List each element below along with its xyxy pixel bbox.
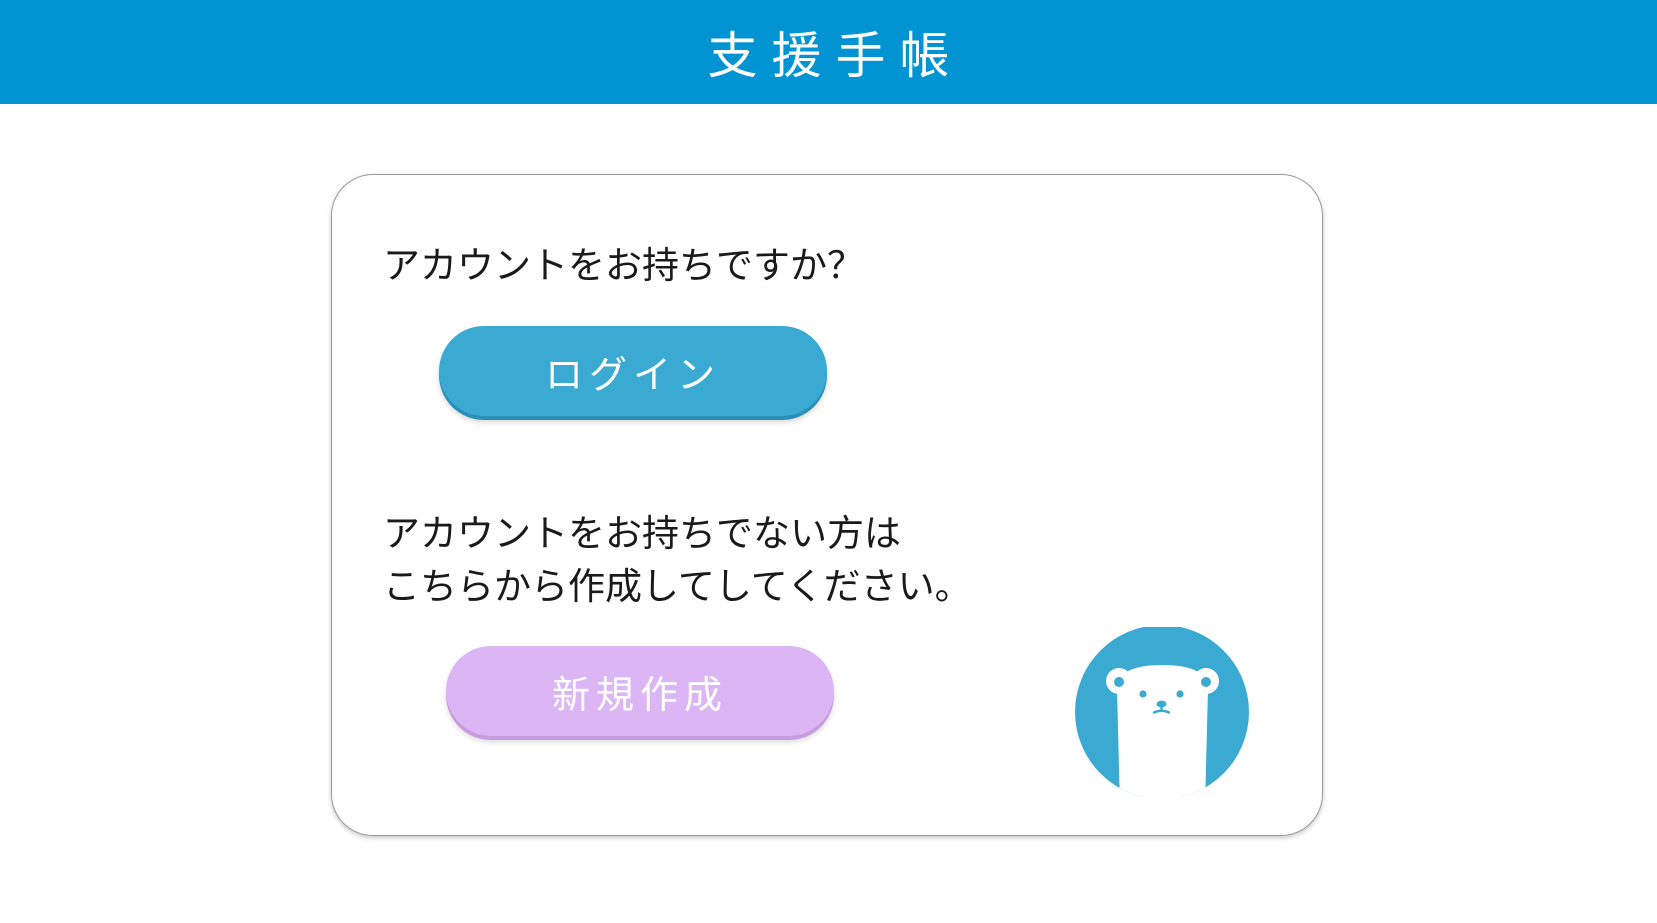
app-header: 支援手帳 [0,0,1657,104]
app-title: 支援手帳 [707,27,964,85]
signup-button[interactable]: 新規作成 [446,646,834,736]
signup-prompt-line-1: アカウントをお持ちでない方は [383,512,901,555]
login-button[interactable]: ログイン [439,326,827,416]
signup-prompt-line-2: こちらから作成してしてください。 [383,565,972,608]
login-card: アカウントをお持ちですか？ ログイン アカウントをお持ちでない方は こちらから作… [331,174,1323,836]
polar-bear-icon [1075,627,1249,797]
signup-prompt: アカウントをお持ちでない方は こちらから作成してしてください。 [383,507,972,613]
login-prompt: アカウントをお持ちですか？ [383,244,864,287]
